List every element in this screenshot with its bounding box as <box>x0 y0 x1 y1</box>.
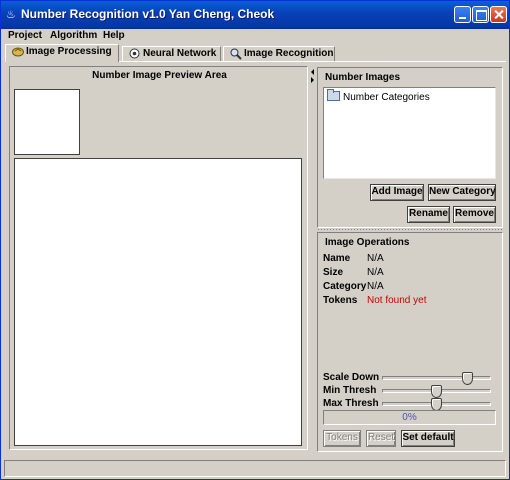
info-value: N/A <box>367 267 384 278</box>
image-icon <box>12 46 24 57</box>
thumbnail-preview <box>14 89 80 155</box>
add-image-button[interactable]: Add Image <box>370 184 424 201</box>
progress-text: 0% <box>402 412 417 423</box>
title-bar[interactable]: ♨ Number Recognition v1.0 Yan Cheng, Che… <box>1 1 509 29</box>
tab-neural-network[interactable]: Neural Network <box>122 46 221 61</box>
image-preview-area <box>14 158 302 446</box>
info-key: Tokens <box>323 295 358 306</box>
tab-image-processing[interactable]: Image Processing <box>5 44 119 62</box>
collapse-right-icon[interactable] <box>311 77 314 83</box>
info-value: N/A <box>367 281 384 292</box>
tab-image-recognition[interactable]: Image Recognition <box>223 46 335 61</box>
rename-button[interactable]: Rename <box>407 206 450 223</box>
info-value: Not found yet <box>367 295 427 306</box>
scale-down-label: Scale Down <box>323 372 380 383</box>
tree-root-node[interactable]: Number Categories <box>327 89 430 103</box>
min-thresh-slider[interactable] <box>382 385 491 398</box>
menu-algorithm[interactable]: Algorithm <box>50 30 97 41</box>
min-thresh-label: Min Thresh <box>323 385 377 396</box>
menu-help[interactable]: Help <box>103 30 125 41</box>
main-window: ♨ Number Recognition v1.0 Yan Cheng, Che… <box>0 0 510 480</box>
info-value: N/A <box>367 253 384 264</box>
max-thresh-label: Max Thresh <box>323 398 379 409</box>
remove-button[interactable]: Remove <box>453 206 496 223</box>
java-cup-icon: ♨ <box>6 8 16 21</box>
max-thresh-slider[interactable] <box>382 398 491 411</box>
menu-project[interactable]: Project <box>8 30 42 41</box>
scale-down-slider[interactable] <box>382 372 491 385</box>
collapse-left-icon[interactable] <box>311 69 314 75</box>
close-button[interactable] <box>490 6 507 23</box>
folder-icon <box>327 89 340 101</box>
info-key: Name <box>323 253 351 264</box>
slider-thumb[interactable] <box>462 372 473 385</box>
preview-panel: Number Image Preview Area <box>9 66 308 450</box>
number-images-panel: Number Images Number Categories Add Imag… <box>317 67 503 228</box>
tokens-button[interactable]: Tokens <box>323 430 361 447</box>
progress-bar: 0% <box>323 410 496 425</box>
tree-root-label: Number Categories <box>343 92 430 103</box>
network-icon <box>129 48 140 59</box>
reset-button[interactable]: Reset <box>366 430 396 447</box>
category-tree[interactable]: Number Categories <box>323 87 496 179</box>
vertical-splitter[interactable] <box>310 66 316 454</box>
set-default-button[interactable]: Set default <box>401 430 455 447</box>
tab-label: Image Recognition <box>244 48 334 59</box>
info-key: Category <box>323 281 367 292</box>
menu-bar: Project Algorithm Help <box>2 29 508 45</box>
maximize-button[interactable] <box>472 6 489 23</box>
image-operations-panel: Image Operations Name N/A Size N/A Categ… <box>317 232 503 452</box>
number-images-title: Number Images <box>325 72 401 83</box>
preview-title: Number Image Preview Area <box>92 70 227 81</box>
magnifier-icon <box>230 48 242 60</box>
info-key: Size <box>323 267 344 278</box>
tab-label: Neural Network <box>143 48 217 59</box>
window-title: Number Recognition v1.0 Yan Cheng, Cheok <box>21 7 275 21</box>
image-operations-title: Image Operations <box>325 237 410 248</box>
tab-label: Image Processing <box>26 46 112 57</box>
minimize-button[interactable] <box>454 6 471 23</box>
slider-thumb[interactable] <box>431 385 442 398</box>
status-bar <box>4 460 506 477</box>
new-category-button[interactable]: New Category <box>428 184 496 201</box>
